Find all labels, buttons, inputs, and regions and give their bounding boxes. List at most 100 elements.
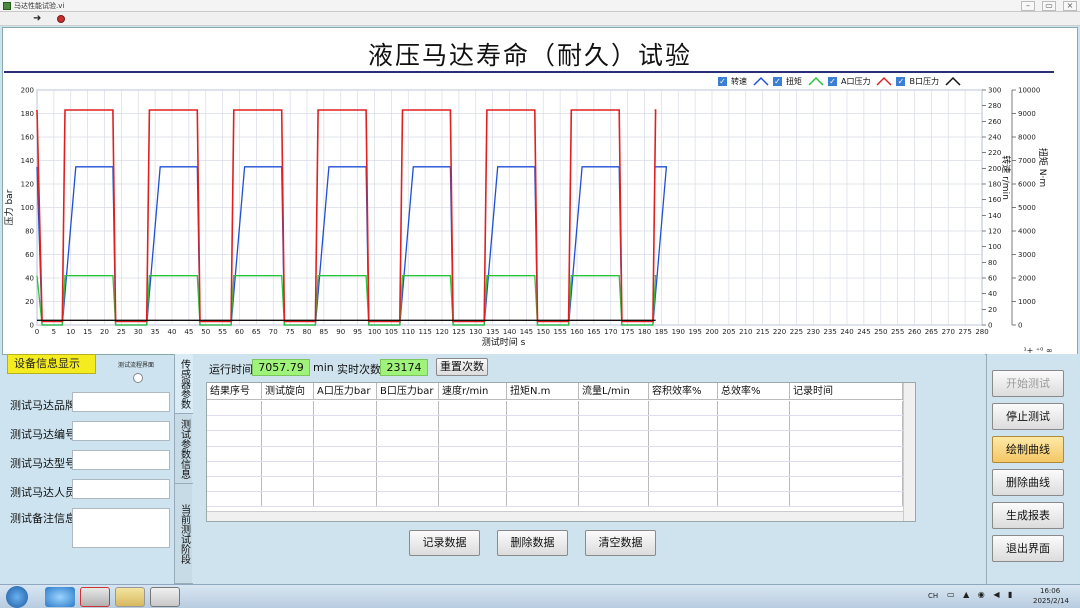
tray-icons[interactable]: ▭ ▲ ◉ ◀ ▮ <box>947 590 1015 599</box>
abort-stop-icon[interactable] <box>57 15 65 23</box>
table-row[interactable] <box>207 461 903 477</box>
x-tick-label: 250 <box>874 328 887 336</box>
y-tick-label: 0 <box>30 322 34 330</box>
vi-toolbar: ➜ <box>0 12 1080 26</box>
start-button-icon[interactable] <box>6 586 28 608</box>
table-cell <box>649 492 718 507</box>
labview-icon[interactable] <box>150 587 180 607</box>
table-cell <box>579 401 649 416</box>
tab-test-params[interactable]: 测试参数信息 <box>175 414 193 484</box>
table-cell <box>649 431 718 446</box>
x-tick-label: 25 <box>117 328 126 336</box>
table-cell <box>649 446 718 461</box>
operator-label: 测试马达人员 <box>10 486 76 499</box>
file-explorer-icon[interactable] <box>115 587 145 607</box>
generate-report-button[interactable]: 生成报表 <box>992 502 1064 529</box>
start-test-button[interactable]: 开始测试 <box>992 370 1064 397</box>
column-header: 测试旋向 <box>262 383 314 400</box>
x-tick-label: 45 <box>184 328 193 336</box>
close-button[interactable]: × <box>1063 1 1077 11</box>
x-tick-label: 215 <box>756 328 769 336</box>
table-cell <box>314 492 377 507</box>
app-launcher-icon[interactable] <box>80 587 110 607</box>
x-tick-label: 15 <box>83 328 92 336</box>
x-tick-label: 145 <box>520 328 533 336</box>
column-header: 记录时间 <box>790 383 903 400</box>
x-tick-label: 100 <box>368 328 381 336</box>
table-cell <box>507 476 579 492</box>
x-tick-label: 30 <box>134 328 143 336</box>
table-cell <box>439 476 507 492</box>
y-axis-label: 压力 bar <box>3 189 15 225</box>
delete-data-button[interactable]: 删除数据 <box>497 530 568 556</box>
waveform-chart[interactable]: 0 5 10 15 20 25 30 35 40 45 50 55 60 65 70 75 80 85 90 95 10… <box>0 84 1080 356</box>
maximize-button[interactable]: ▭ <box>1042 1 1056 11</box>
motor-model-input[interactable] <box>72 450 170 470</box>
reset-count-button[interactable]: 重置次数 <box>436 358 488 376</box>
record-data-button[interactable]: 记录数据 <box>409 530 480 556</box>
x-tick-label: 200 <box>705 328 718 336</box>
x-tick-label: 40 <box>168 328 177 336</box>
table-row[interactable] <box>207 416 903 432</box>
y2-tick-label: 200 <box>988 165 1001 173</box>
delete-curve-button[interactable]: 删除曲线 <box>992 469 1064 496</box>
tab-current-stage[interactable]: 当前测试阶段 <box>175 484 193 584</box>
table-cell <box>207 416 262 431</box>
table-cell <box>790 446 903 461</box>
x-tick-label: 120 <box>435 328 448 336</box>
remarks-textarea[interactable] <box>72 508 170 548</box>
x-tick-label: 140 <box>503 328 516 336</box>
x-tick-label: 155 <box>553 328 566 336</box>
browser-icon[interactable] <box>45 587 75 607</box>
table-row[interactable] <box>207 476 903 493</box>
x-tick-label: 35 <box>151 328 160 336</box>
table-row[interactable] <box>207 401 903 417</box>
table-cell <box>262 492 314 507</box>
motor-number-input[interactable] <box>72 421 170 441</box>
y-tick-label: 80 <box>25 228 34 236</box>
y2-tick-label: 0 <box>988 322 992 330</box>
x-tick-label: 270 <box>942 328 955 336</box>
x-tick-label: 245 <box>857 328 870 336</box>
table-cell <box>790 461 903 476</box>
y2-tick-label: 180 <box>988 181 1001 189</box>
y-tick-label: 60 <box>25 251 34 259</box>
tab-sensor-params[interactable]: 传感器参数 <box>175 354 193 414</box>
minimize-button[interactable]: – <box>1021 1 1035 11</box>
column-header: 总效率% <box>718 383 790 400</box>
x-tick-label: 235 <box>823 328 836 336</box>
table-row[interactable] <box>207 446 903 462</box>
exit-button[interactable]: 退出界面 <box>992 535 1064 562</box>
table-cell <box>579 492 649 507</box>
x-tick-label: 240 <box>840 328 853 336</box>
table-cell <box>377 476 439 492</box>
y3-axis-label: 扭矩 N·m <box>1037 148 1049 187</box>
table-cell <box>314 461 377 476</box>
table-row[interactable] <box>207 492 903 508</box>
count-label: 实时次数 <box>337 363 381 376</box>
table-cell <box>507 416 579 431</box>
table-cell <box>314 446 377 461</box>
table-cell <box>718 401 790 416</box>
operator-input[interactable] <box>72 479 170 499</box>
table-cell <box>439 431 507 446</box>
stop-test-button[interactable]: 停止测试 <box>992 403 1064 430</box>
results-table[interactable]: 结果序号 测试旋向 A口压力bar B口压力bar 速度r/min 扭矩N.m 流量L/mi… <box>206 382 916 522</box>
draw-curve-button[interactable]: 绘制曲线 <box>992 436 1064 463</box>
table-cell <box>439 461 507 476</box>
ime-indicator[interactable]: CH <box>928 592 938 600</box>
flow-interface-radio[interactable] <box>133 373 143 383</box>
horizontal-scrollbar[interactable] <box>207 511 903 521</box>
x-tick-label: 75 <box>286 328 295 336</box>
table-header: 结果序号 测试旋向 A口压力bar B口压力bar 速度r/min 扭矩N.m 流量L/mi… <box>207 383 903 400</box>
motor-brand-input[interactable] <box>72 392 170 412</box>
table-cell <box>649 476 718 492</box>
y3-tick-label: 2000 <box>1018 275 1036 283</box>
run-arrow-icon[interactable]: ➜ <box>33 13 41 25</box>
clear-data-button[interactable]: 清空数据 <box>585 530 656 556</box>
table-row[interactable] <box>207 431 903 447</box>
vertical-scrollbar[interactable] <box>903 383 915 521</box>
table-cell <box>262 416 314 431</box>
column-header: 结果序号 <box>207 383 262 400</box>
windows-taskbar: CH ▭ ▲ ◉ ◀ ▮ 16:06 2025/2/14 <box>0 584 1080 608</box>
